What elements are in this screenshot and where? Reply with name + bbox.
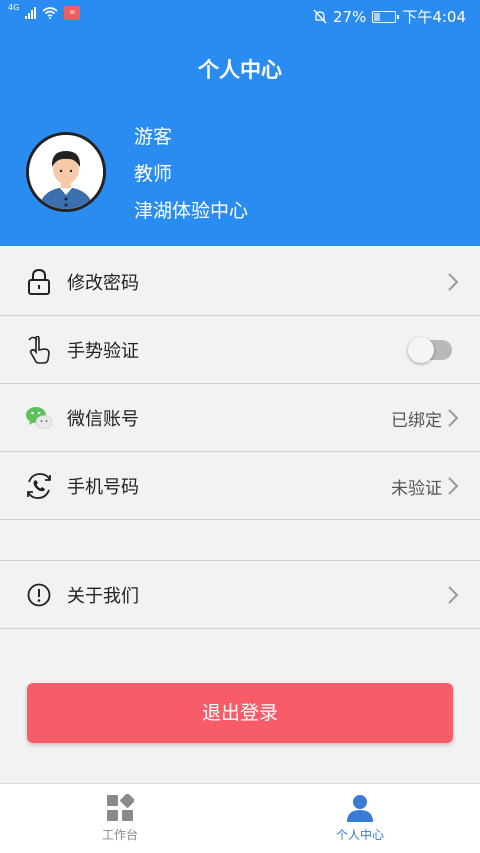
chevron-right-icon: [448, 409, 459, 427]
gesture-verify-row: 手势验证: [0, 316, 480, 384]
signal-icon: [25, 7, 37, 19]
battery-percent: 27%: [332, 7, 367, 26]
battery-icon: [372, 10, 400, 23]
wechat-status: 已绑定: [391, 410, 442, 431]
tab-workbench[interactable]: 工作台: [0, 784, 240, 853]
chevron-right-icon: [448, 586, 459, 604]
user-name: 游客: [134, 126, 173, 148]
change-password-row[interactable]: 修改密码: [0, 248, 480, 316]
tab-profile[interactable]: 个人中心: [240, 784, 480, 853]
settings-menu: 修改密码 手势验证 微信账号 已绑定 手机号码 未验证: [0, 248, 480, 520]
about-us-label: 关于我们: [67, 585, 139, 607]
page-title: 个人中心: [198, 58, 282, 82]
phone-refresh-icon: [27, 472, 51, 499]
change-password-label: 修改密码: [67, 272, 139, 294]
user-info: 游客 教师 津湖体验中心: [134, 124, 248, 235]
gesture-hand-icon: [28, 335, 50, 364]
wechat-icon: [26, 406, 53, 430]
tab-workbench-label: 工作台: [101, 828, 138, 842]
about-us-row[interactable]: 关于我们: [0, 561, 480, 629]
wechat-account-row[interactable]: 微信账号 已绑定: [0, 384, 480, 452]
user-organization: 津湖体验中心: [134, 200, 249, 222]
chevron-right-icon: [448, 273, 459, 291]
bottom-tab-bar: 工作台 个人中心: [0, 783, 480, 853]
phone-number-label: 手机号码: [67, 476, 139, 498]
info-circle-icon: [27, 583, 51, 606]
lock-icon: [28, 268, 50, 295]
wechat-account-label: 微信账号: [67, 408, 139, 430]
logout-button[interactable]: 退出登录: [27, 683, 453, 743]
chevron-right-icon: [448, 477, 459, 495]
user-avatar-icon: [29, 135, 103, 209]
clock: 下午4:04: [402, 8, 466, 26]
gesture-verify-label: 手势验证: [67, 340, 139, 362]
network-type-label: 4G: [8, 2, 20, 12]
phone-number-row[interactable]: 手机号码 未验证: [0, 452, 480, 520]
about-menu: 关于我们: [0, 560, 480, 629]
phone-status: 未验证: [391, 478, 442, 499]
wifi-icon: [42, 7, 58, 19]
status-bar: 4G ✉ 27% 下午4:04: [0, 0, 480, 32]
gesture-verify-toggle[interactable]: [408, 337, 452, 363]
notification-app-icon: ✉: [64, 6, 81, 20]
avatar[interactable]: [26, 132, 106, 212]
profile-header: 个人中心 游客 教师 津湖体验中心: [0, 32, 480, 246]
grid-icon: [107, 794, 134, 821]
person-icon: [347, 795, 373, 822]
toggle-knob: [408, 337, 434, 363]
user-role: 教师: [134, 163, 173, 185]
tab-profile-label: 个人中心: [335, 828, 384, 842]
mute-bell-icon: [313, 9, 327, 24]
